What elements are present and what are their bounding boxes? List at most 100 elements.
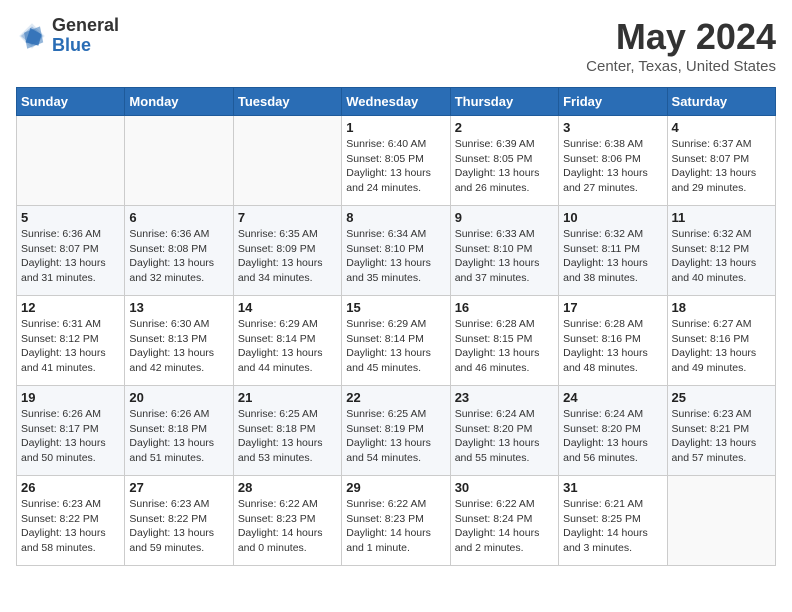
day-number: 14 bbox=[238, 300, 337, 315]
day-info: Sunrise: 6:29 AMSunset: 8:14 PMDaylight:… bbox=[238, 317, 337, 376]
calendar-week-row: 26 Sunrise: 6:23 AMSunset: 8:22 PMDayligh… bbox=[17, 476, 776, 566]
logo-text: General Blue bbox=[52, 16, 119, 56]
day-number: 19 bbox=[21, 390, 120, 405]
calendar-cell: 11 Sunrise: 6:32 AMSunset: 8:12 PMDayligh… bbox=[667, 206, 775, 296]
day-info: Sunrise: 6:28 AMSunset: 8:16 PMDaylight:… bbox=[563, 317, 662, 376]
calendar-cell: 24Sunrise: 6:24 AMSunset: 8:20 PMDayligh… bbox=[559, 386, 667, 476]
header: General Blue May 2024 Center, Texas, Uni… bbox=[16, 16, 776, 75]
day-info: Sunrise: 6:40 AMSunset: 8:05 PMDaylight:… bbox=[346, 137, 445, 196]
day-number: 10 bbox=[563, 210, 662, 225]
day-info: Sunrise: 6:22 AMSunset: 8:24 PMDaylight:… bbox=[455, 497, 554, 556]
calendar-cell: 22 Sunrise: 6:25 AMSunset: 8:19 PMDayligh… bbox=[342, 386, 450, 476]
day-info: Sunrise: 6:33 AMSunset: 8:10 PMDaylight:… bbox=[455, 227, 554, 286]
day-info: Sunrise: 6:35 AMSunset: 8:09 PMDaylight:… bbox=[238, 227, 337, 286]
calendar-cell: 18Sunrise: 6:27 AMSunset: 8:16 PMDayligh… bbox=[667, 296, 775, 386]
logo-general: General bbox=[52, 16, 119, 36]
calendar-cell bbox=[667, 476, 775, 566]
day-info: Sunrise: 6:32 AMSunset: 8:11 PMDaylight:… bbox=[563, 227, 662, 286]
calendar-cell: 19 Sunrise: 6:26 AMSunset: 8:17 PMDayligh… bbox=[17, 386, 125, 476]
day-number: 7 bbox=[238, 210, 337, 225]
logo-blue: Blue bbox=[52, 36, 119, 56]
day-number: 18 bbox=[672, 300, 771, 315]
day-info: Sunrise: 6:39 AMSunset: 8:05 PMDaylight:… bbox=[455, 137, 554, 196]
day-number: 25 bbox=[672, 390, 771, 405]
weekday-header-friday: Friday bbox=[559, 88, 667, 116]
calendar-cell: 26 Sunrise: 6:23 AMSunset: 8:22 PMDayligh… bbox=[17, 476, 125, 566]
weekday-header-wednesday: Wednesday bbox=[342, 88, 450, 116]
calendar-cell: 2 Sunrise: 6:39 AMSunset: 8:05 PMDaylight… bbox=[450, 116, 558, 206]
day-number: 26 bbox=[21, 480, 120, 495]
day-info: Sunrise: 6:26 AMSunset: 8:17 PMDaylight:… bbox=[21, 407, 120, 466]
day-info: Sunrise: 6:23 AMSunset: 8:22 PMDaylight:… bbox=[129, 497, 228, 556]
day-number: 15 bbox=[346, 300, 445, 315]
day-number: 6 bbox=[129, 210, 228, 225]
calendar-cell: 27 Sunrise: 6:23 AMSunset: 8:22 PMDayligh… bbox=[125, 476, 233, 566]
day-number: 27 bbox=[129, 480, 228, 495]
calendar-table: SundayMondayTuesdayWednesdayThursdayFrid… bbox=[16, 87, 776, 566]
day-info: Sunrise: 6:23 AMSunset: 8:21 PMDaylight:… bbox=[672, 407, 771, 466]
weekday-header-row: SundayMondayTuesdayWednesdayThursdayFrid… bbox=[17, 88, 776, 116]
title-block: May 2024 Center, Texas, United States bbox=[586, 16, 776, 75]
day-number: 4 bbox=[672, 120, 771, 135]
day-number: 21 bbox=[238, 390, 337, 405]
day-number: 5 bbox=[21, 210, 120, 225]
day-info: Sunrise: 6:24 AMSunset: 8:20 PMDaylight:… bbox=[455, 407, 554, 466]
calendar-cell: 6 Sunrise: 6:36 AMSunset: 8:08 PMDaylight… bbox=[125, 206, 233, 296]
calendar-cell bbox=[233, 116, 341, 206]
calendar-cell: 14 Sunrise: 6:29 AMSunset: 8:14 PMDayligh… bbox=[233, 296, 341, 386]
calendar-week-row: 19 Sunrise: 6:26 AMSunset: 8:17 PMDayligh… bbox=[17, 386, 776, 476]
logo: General Blue bbox=[16, 16, 119, 56]
day-info: Sunrise: 6:22 AMSunset: 8:23 PMDaylight:… bbox=[238, 497, 337, 556]
day-number: 3 bbox=[563, 120, 662, 135]
calendar-cell: 30 Sunrise: 6:22 AMSunset: 8:24 PMDayligh… bbox=[450, 476, 558, 566]
day-info: Sunrise: 6:37 AMSunset: 8:07 PMDaylight:… bbox=[672, 137, 771, 196]
day-info: Sunrise: 6:34 AMSunset: 8:10 PMDaylight:… bbox=[346, 227, 445, 286]
day-number: 22 bbox=[346, 390, 445, 405]
day-number: 12 bbox=[21, 300, 120, 315]
calendar-cell: 12Sunrise: 6:31 AMSunset: 8:12 PMDayligh… bbox=[17, 296, 125, 386]
day-number: 30 bbox=[455, 480, 554, 495]
calendar-cell: 13 Sunrise: 6:30 AMSunset: 8:13 PMDayligh… bbox=[125, 296, 233, 386]
calendar-cell: 21 Sunrise: 6:25 AMSunset: 8:18 PMDayligh… bbox=[233, 386, 341, 476]
calendar-cell: 23 Sunrise: 6:24 AMSunset: 8:20 PMDayligh… bbox=[450, 386, 558, 476]
weekday-header-saturday: Saturday bbox=[667, 88, 775, 116]
calendar-cell: 29 Sunrise: 6:22 AMSunset: 8:23 PMDayligh… bbox=[342, 476, 450, 566]
calendar-cell: 25 Sunrise: 6:23 AMSunset: 8:21 PMDayligh… bbox=[667, 386, 775, 476]
calendar-cell: 20Sunrise: 6:26 AMSunset: 8:18 PMDayligh… bbox=[125, 386, 233, 476]
day-number: 9 bbox=[455, 210, 554, 225]
day-number: 11 bbox=[672, 210, 771, 225]
day-number: 31 bbox=[563, 480, 662, 495]
day-info: Sunrise: 6:23 AMSunset: 8:22 PMDaylight:… bbox=[21, 497, 120, 556]
subtitle: Center, Texas, United States bbox=[586, 58, 776, 75]
day-info: Sunrise: 6:25 AMSunset: 8:18 PMDaylight:… bbox=[238, 407, 337, 466]
day-info: Sunrise: 6:36 AMSunset: 8:08 PMDaylight:… bbox=[129, 227, 228, 286]
day-info: Sunrise: 6:30 AMSunset: 8:13 PMDaylight:… bbox=[129, 317, 228, 376]
day-info: Sunrise: 6:29 AMSunset: 8:14 PMDaylight:… bbox=[346, 317, 445, 376]
calendar-cell: 10 Sunrise: 6:32 AMSunset: 8:11 PMDayligh… bbox=[559, 206, 667, 296]
day-number: 16 bbox=[455, 300, 554, 315]
calendar-week-row: 5Sunrise: 6:36 AMSunset: 8:07 PMDaylight… bbox=[17, 206, 776, 296]
day-info: Sunrise: 6:28 AMSunset: 8:15 PMDaylight:… bbox=[455, 317, 554, 376]
day-number: 28 bbox=[238, 480, 337, 495]
day-info: Sunrise: 6:22 AMSunset: 8:23 PMDaylight:… bbox=[346, 497, 445, 556]
calendar-cell: 4 Sunrise: 6:37 AMSunset: 8:07 PMDaylight… bbox=[667, 116, 775, 206]
calendar-cell: 31Sunrise: 6:21 AMSunset: 8:25 PMDayligh… bbox=[559, 476, 667, 566]
day-info: Sunrise: 6:25 AMSunset: 8:19 PMDaylight:… bbox=[346, 407, 445, 466]
weekday-header-sunday: Sunday bbox=[17, 88, 125, 116]
day-number: 2 bbox=[455, 120, 554, 135]
calendar-cell: 8 Sunrise: 6:34 AMSunset: 8:10 PMDaylight… bbox=[342, 206, 450, 296]
day-number: 23 bbox=[455, 390, 554, 405]
day-info: Sunrise: 6:38 AMSunset: 8:06 PMDaylight:… bbox=[563, 137, 662, 196]
calendar-cell: 17 Sunrise: 6:28 AMSunset: 8:16 PMDayligh… bbox=[559, 296, 667, 386]
weekday-header-monday: Monday bbox=[125, 88, 233, 116]
calendar-cell: 7 Sunrise: 6:35 AMSunset: 8:09 PMDaylight… bbox=[233, 206, 341, 296]
day-info: Sunrise: 6:32 AMSunset: 8:12 PMDaylight:… bbox=[672, 227, 771, 286]
weekday-header-tuesday: Tuesday bbox=[233, 88, 341, 116]
day-number: 17 bbox=[563, 300, 662, 315]
day-number: 8 bbox=[346, 210, 445, 225]
day-number: 13 bbox=[129, 300, 228, 315]
calendar-cell bbox=[17, 116, 125, 206]
calendar-cell: 28 Sunrise: 6:22 AMSunset: 8:23 PMDayligh… bbox=[233, 476, 341, 566]
day-info: Sunrise: 6:24 AMSunset: 8:20 PMDaylight:… bbox=[563, 407, 662, 466]
day-number: 29 bbox=[346, 480, 445, 495]
